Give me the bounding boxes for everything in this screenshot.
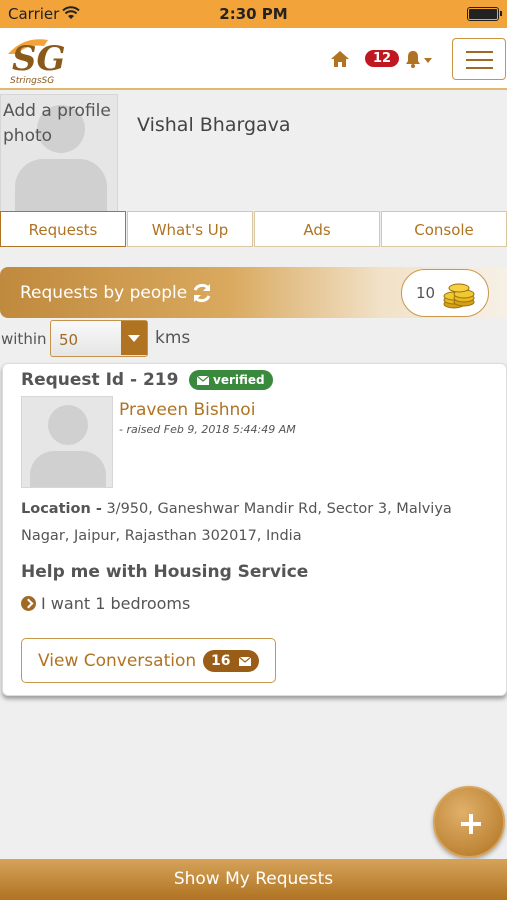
app-logo[interactable]: SG StringsSG [4,32,78,88]
navbar: SG StringsSG 12 [0,28,507,90]
chevron-down-icon[interactable] [424,58,432,63]
refresh-icon[interactable] [190,281,214,305]
chevron-down-icon[interactable] [121,321,147,355]
profile-photo[interactable]: Add a profile photo [0,94,118,212]
envelope-icon [197,376,209,385]
tab-requests[interactable]: Requests [0,211,126,247]
distance-select[interactable]: 50 [50,320,148,357]
within-label: within [1,330,47,348]
view-conversation-label: View Conversation [38,651,197,671]
kms-label: kms [155,328,191,348]
request-id: Request Id - 219 [21,370,179,390]
distance-value: 50 [59,331,79,349]
verified-label: verified [213,373,265,387]
requester-avatar[interactable] [21,396,113,488]
bell-icon[interactable] [404,50,422,68]
conversation-count-badge: 16 [203,650,260,672]
verified-badge: verified [189,370,273,390]
request-card: Request Id - 219 verified Praveen Bishno… [2,363,507,696]
request-detail-text: I want 1 bedrooms [41,594,191,613]
logo-text: SG [12,39,66,76]
status-bar: Carrier 2:30 PM [0,0,507,28]
requester-name[interactable]: Praveen Bishnoi [119,400,255,420]
logo-mark-icon: SG [8,39,66,79]
coins-icon [443,283,475,309]
add-profile-photo-label[interactable]: Add a profile photo [3,99,117,149]
status-time: 2:30 PM [219,5,288,23]
coin-balance[interactable]: 10 [401,269,489,317]
tab-whats-up[interactable]: What's Up [127,211,253,247]
request-location: Location - 3/950, Ganeshwar Mandir Rd, S… [21,496,491,550]
home-icon[interactable] [330,50,350,68]
add-request-button[interactable] [433,786,505,858]
notification-count-badge[interactable]: 12 [365,50,400,67]
battery-icon [467,7,502,21]
request-detail: I want 1 bedrooms [21,594,190,613]
tab-bar: Requests What's Up Ads Console [0,211,507,248]
requests-header: Requests by people 10 [0,267,507,318]
location-label: Location - [21,501,102,517]
tab-ads[interactable]: Ads [254,211,380,247]
conversation-count: 16 [211,653,231,669]
envelope-icon [239,657,252,666]
logo-subtitle: StringsSG [10,76,55,86]
chevron-right-circle-icon [21,596,36,611]
coin-count: 10 [416,284,436,302]
view-conversation-button[interactable]: View Conversation 16 [21,638,276,683]
raised-date: - raised Feb 9, 2018 5:44:49 AM [119,423,296,436]
tab-console[interactable]: Console [381,211,507,247]
hamburger-menu-button[interactable] [452,38,506,80]
request-title: Help me with Housing Service [21,562,309,582]
show-my-requests-button[interactable]: Show My Requests [0,859,507,900]
requests-title: Requests by people [20,283,188,303]
plus-icon [461,814,481,834]
profile-name: Vishal Bhargava [137,114,291,136]
